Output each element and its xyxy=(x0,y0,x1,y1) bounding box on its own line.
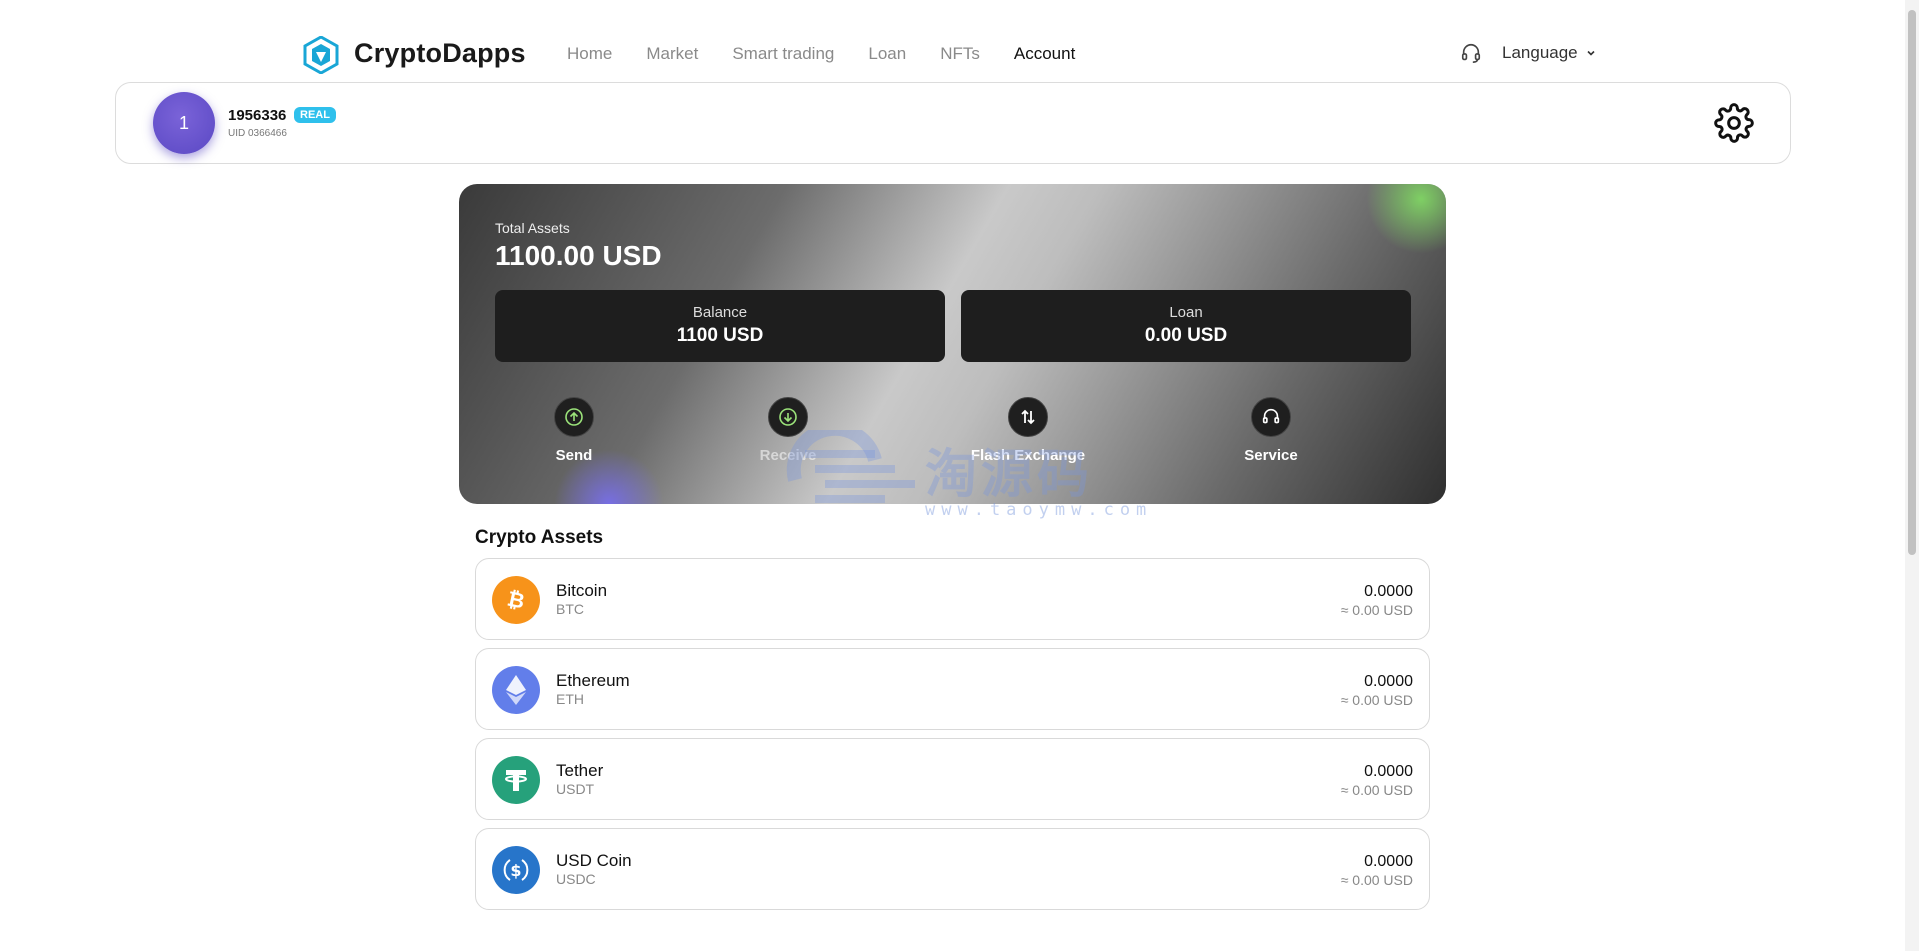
asset-symbol: ETH xyxy=(556,691,584,707)
arrow-down-circle-icon xyxy=(779,408,797,426)
bitcoin-icon: ₿ xyxy=(492,576,540,624)
loan-box[interactable]: Loan 0.00 USD xyxy=(961,290,1411,362)
gear-icon[interactable] xyxy=(1714,103,1754,143)
nav-home[interactable]: Home xyxy=(567,44,612,64)
chevron-down-icon xyxy=(1587,50,1595,56)
user-uid: UID 0366466 xyxy=(228,128,287,139)
asset-amount: 0.0000 xyxy=(1364,763,1413,780)
nav-market[interactable]: Market xyxy=(646,44,698,64)
headset-icon xyxy=(1262,408,1280,424)
account-type-badge: REAL xyxy=(294,107,336,123)
asset-usd-value: ≈ 0.00 USD xyxy=(1340,872,1413,888)
profile-bar: 1 1956336 REAL UID 0366466 xyxy=(115,82,1791,164)
language-label: Language xyxy=(1502,43,1578,62)
main-nav: Home Market Smart trading Loan NFTs Acco… xyxy=(567,44,1109,64)
asset-usd-value: ≈ 0.00 USD xyxy=(1340,782,1413,798)
arrow-up-circle-icon xyxy=(565,408,583,426)
balance-value: 1100 USD xyxy=(676,325,764,346)
loan-value: 0.00 USD xyxy=(1144,325,1228,346)
asset-row-tether[interactable]: Tether USDT 0.0000 ≈ 0.00 USD xyxy=(475,738,1430,820)
send-button[interactable]: Send xyxy=(514,397,634,464)
asset-name: Bitcoin xyxy=(556,581,608,600)
asset-row-ethereum[interactable]: Ethereum ETH 0.0000 ≈ 0.00 USD xyxy=(475,648,1430,730)
swap-icon xyxy=(1021,409,1035,425)
crypto-assets-list: ₿ Bitcoin BTC 0.0000 ≈ 0.00 USD Ethereum… xyxy=(475,558,1430,918)
brand-logo-icon[interactable] xyxy=(303,36,339,74)
total-assets-card: Total Assets 1100.00 USD Balance 1100 US… xyxy=(459,184,1446,504)
total-assets-label: Total Assets xyxy=(495,220,570,236)
tether-icon xyxy=(492,756,540,804)
asset-usd-value: ≈ 0.00 USD xyxy=(1340,692,1413,708)
usdc-icon: $ xyxy=(492,846,540,894)
asset-usd-value: ≈ 0.00 USD xyxy=(1340,602,1413,618)
service-button[interactable]: Service xyxy=(1211,397,1331,464)
card-glow-green xyxy=(1366,184,1446,254)
flash-exchange-button[interactable]: Flash Exchange xyxy=(968,397,1088,464)
nav-nfts[interactable]: NFTs xyxy=(940,44,980,64)
flash-exchange-icon-wrap xyxy=(1008,397,1048,437)
brand-name[interactable]: CryptoDapps xyxy=(354,38,526,69)
total-assets-value: 1100.00 USD xyxy=(495,240,662,271)
asset-symbol: USDC xyxy=(556,871,596,887)
nav-loan[interactable]: Loan xyxy=(868,44,906,64)
loan-label: Loan xyxy=(1169,304,1203,321)
ethereum-icon xyxy=(492,666,540,714)
svg-text:$: $ xyxy=(510,861,521,880)
asset-name: Tether xyxy=(556,761,604,780)
flash-exchange-label: Flash Exchange xyxy=(970,447,1086,464)
asset-amount: 0.0000 xyxy=(1364,583,1413,600)
send-icon-wrap xyxy=(554,397,594,437)
username: 1956336 xyxy=(228,107,287,124)
nav-smart-trading[interactable]: Smart trading xyxy=(732,44,834,64)
send-label: Send xyxy=(555,447,593,464)
service-icon-wrap xyxy=(1251,397,1291,437)
headset-icon[interactable] xyxy=(1460,42,1482,64)
asset-amount: 0.0000 xyxy=(1364,673,1413,690)
receive-button[interactable]: Receive xyxy=(728,397,848,464)
asset-row-usd-coin[interactable]: $ USD Coin USDC 0.0000 ≈ 0.00 USD xyxy=(475,828,1430,910)
language-selector[interactable]: Language xyxy=(1502,43,1596,63)
avatar[interactable]: 1 xyxy=(153,92,215,154)
balance-box[interactable]: Balance 1100 USD xyxy=(495,290,945,362)
asset-symbol: USDT xyxy=(556,781,595,797)
scrollbar-thumb[interactable] xyxy=(1908,10,1916,555)
asset-name: USD Coin xyxy=(556,851,632,870)
asset-symbol: BTC xyxy=(556,601,584,617)
receive-label: Receive xyxy=(759,447,817,464)
asset-amount: 0.0000 xyxy=(1364,853,1413,870)
header-right: Language xyxy=(1460,42,1596,64)
asset-row-bitcoin[interactable]: ₿ Bitcoin BTC 0.0000 ≈ 0.00 USD xyxy=(475,558,1430,640)
page-scrollbar[interactable] xyxy=(1905,0,1919,951)
asset-name: Ethereum xyxy=(556,671,630,690)
balance-label: Balance xyxy=(692,304,748,321)
crypto-assets-title: Crypto Assets xyxy=(475,527,604,548)
nav-account[interactable]: Account xyxy=(1014,44,1075,64)
top-header: CryptoDapps Home Market Smart trading Lo… xyxy=(0,0,1919,82)
svg-text:₿: ₿ xyxy=(505,587,527,613)
receive-icon-wrap xyxy=(768,397,808,437)
service-label: Service xyxy=(1244,447,1298,464)
